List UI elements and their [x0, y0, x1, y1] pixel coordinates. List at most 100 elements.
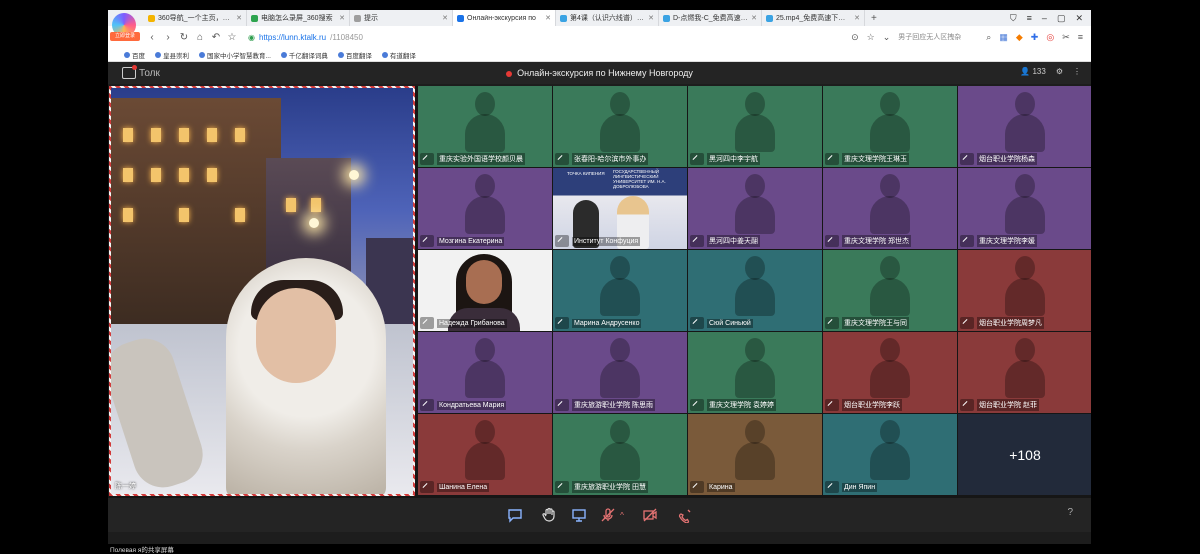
scissors-icon[interactable]: ✂	[1062, 32, 1070, 43]
shield-icon[interactable]: ⛉	[1010, 13, 1017, 24]
tab-close-icon[interactable]: ✕	[339, 14, 345, 22]
participant-tile[interactable]: Карина	[688, 414, 822, 495]
participant-name-tag: Сюй Синьюй	[690, 317, 753, 329]
avatar-body	[465, 360, 505, 398]
tab-close-icon[interactable]: ✕	[854, 14, 860, 22]
main-speaker-video[interactable]: 陈一婷	[109, 86, 415, 496]
participant-name: Шанина Елена	[437, 482, 490, 492]
participant-tile[interactable]: Сюй Синьюй	[688, 250, 822, 331]
bookmark-item[interactable]: 千亿翻译词典	[280, 50, 328, 60]
participant-tile[interactable]: 重庆实验外国语学校颜贝晨	[418, 86, 552, 167]
tab-close-icon[interactable]: ✕	[648, 14, 654, 22]
menu-icon[interactable]: ≡	[1027, 13, 1032, 24]
participant-name-tag: 重庆旅游职业学院 田慧	[555, 481, 648, 493]
participant-tile[interactable]: 重庆文理学院王琳玉	[823, 86, 957, 167]
bookmark-item[interactable]: 百度	[124, 50, 145, 60]
address-right-tools: ⊙ ☆ ⌄ 男子回应无人区拽杂 ⌕ ▦ ◆ ✚ ◎ ✂ ≡	[851, 32, 1091, 43]
minimize-button[interactable]: –	[1042, 13, 1047, 24]
hangup-icon[interactable]	[676, 506, 694, 524]
tab-close-icon[interactable]: ✕	[442, 14, 448, 22]
tab-close-icon[interactable]: ✕	[545, 14, 551, 22]
participant-tile[interactable]: Шанина Елена	[418, 414, 552, 495]
forward-icon[interactable]: ›	[160, 32, 176, 43]
back-icon[interactable]: ‹	[144, 32, 160, 43]
avatar-body	[870, 360, 910, 398]
window-light	[179, 208, 189, 222]
apps-icon[interactable]: ▦	[999, 32, 1008, 43]
browser-tab[interactable]: 360导航_一个主页，整个世界✕	[144, 10, 247, 26]
avatar-body	[600, 114, 640, 152]
street-lamp	[349, 170, 359, 180]
bookmark-icon	[337, 51, 344, 58]
screen-share-icon[interactable]	[570, 506, 588, 524]
search-input[interactable]: 男子回应无人区拽杂	[898, 32, 978, 42]
settings-icon[interactable]: ⚙	[1056, 67, 1063, 76]
avatar-head	[1015, 256, 1035, 280]
kebab-menu-icon[interactable]: ⋮	[1073, 67, 1081, 76]
undo-icon[interactable]: ↶	[208, 32, 224, 43]
search-icon[interactable]: ⌕	[986, 32, 991, 43]
participant-tile[interactable]: 重庆文理学院李媛	[958, 168, 1091, 249]
participant-name: 重庆实验外国语学校颜贝晨	[437, 153, 525, 165]
dropdown-icon[interactable]: ⌄	[883, 32, 891, 43]
maximize-button[interactable]: ▢	[1057, 13, 1066, 24]
tab-close-icon[interactable]: ✕	[751, 14, 757, 22]
browser-tab[interactable]: 电脑怎么录屏_360搜索 ✕	[247, 10, 350, 26]
participant-tile[interactable]: Дин Япин	[823, 414, 957, 495]
favorite-icon[interactable]: ☆	[867, 32, 875, 43]
participant-tile[interactable]: 烟台职业学院 赵菲	[958, 332, 1091, 413]
help-button[interactable]: ?	[1067, 507, 1073, 518]
participant-tile[interactable]: ТОЧКА КИПЕНИЯ ГОСУДАРСТВЕННЫЙ ЛИНГВИСТИЧЕ…	[553, 168, 687, 249]
participant-tile[interactable]: Кондратьева Мария	[418, 332, 552, 413]
browser-tab[interactable]: 提示 ✕	[350, 10, 453, 26]
participant-tile[interactable]: 张春阳-哈尔滨市外事办	[553, 86, 687, 167]
bookmark-item[interactable]: 有道翻译	[381, 50, 416, 60]
avatar-head	[610, 256, 630, 280]
participant-tile[interactable]: Надежда Грибанова	[418, 250, 552, 331]
more-participants-tile[interactable]: +108	[958, 414, 1091, 495]
mic-off-icon[interactable]	[599, 506, 617, 524]
browser-tab[interactable]: D-点燃我-C_免费高速下载|百度✕	[659, 10, 762, 26]
login-badge[interactable]: 立即登录	[110, 32, 140, 41]
participant-tile[interactable]: 重庆旅游职业学院 陈思雨	[553, 332, 687, 413]
tab-close-icon[interactable]: ✕	[236, 14, 242, 22]
browser-tab[interactable]: Онлайн-экскурсия по ✕	[453, 10, 556, 26]
participant-tile[interactable]: 重庆文理学院 郑世杰	[823, 168, 957, 249]
participant-tile[interactable]: 烟台职业学院杨森	[958, 86, 1091, 167]
participant-tile[interactable]: Мозгина Екатерина	[418, 168, 552, 249]
new-tab-button[interactable]: +	[865, 13, 883, 24]
star-icon[interactable]: ☆	[224, 32, 240, 43]
participant-tile[interactable]: Марина Андрусенко	[553, 250, 687, 331]
raise-hand-icon[interactable]	[540, 506, 558, 524]
game-icon[interactable]: ◆	[1016, 32, 1023, 43]
participant-tile[interactable]: 重庆文理学院王与同	[823, 250, 957, 331]
participant-tile[interactable]: 黑河四中李宇航	[688, 86, 822, 167]
chat-icon[interactable]	[506, 506, 524, 524]
browser-tab[interactable]: 25.mp4_免费高速下载|百度✕	[762, 10, 865, 26]
home-icon[interactable]: ⌂	[192, 32, 208, 43]
camera-off-icon[interactable]	[641, 506, 659, 524]
avatar-placeholder-icon	[1001, 256, 1049, 316]
participant-tile[interactable]: 烟台职业学院李跃	[823, 332, 957, 413]
bookmark-item[interactable]: 国家中小学智慧教育...	[199, 50, 271, 60]
avatar-body	[465, 442, 505, 480]
participant-tile[interactable]: 重庆文理学院 袁婷婷	[688, 332, 822, 413]
participant-tile[interactable]: 黑河四中姜天翮	[688, 168, 822, 249]
extension-icon[interactable]: ✚	[1031, 32, 1039, 43]
antivirus-icon[interactable]: ◎	[1046, 32, 1054, 43]
url-field[interactable]: ◉ https://lunn.ktalk.ru/1108450	[248, 33, 363, 42]
participants-button[interactable]: 👤 133	[1020, 67, 1046, 76]
bookmark-item[interactable]: 皇县崇利	[155, 50, 189, 60]
mic-muted-icon	[420, 153, 434, 165]
bookmark-item[interactable]: 百度翻译	[337, 50, 372, 60]
compat-icon[interactable]: ⊙	[851, 32, 859, 43]
participant-tile[interactable]: 重庆旅游职业学院 田慧	[553, 414, 687, 495]
more-menu-icon[interactable]: ≡	[1078, 32, 1083, 42]
participant-tile[interactable]: 烟台职业学院周梦凡	[958, 250, 1091, 331]
reload-icon[interactable]: ↻	[176, 32, 192, 43]
mic-options-icon[interactable]: ^	[617, 506, 627, 524]
close-button[interactable]: ✕	[1075, 13, 1083, 24]
header-right: 👤 133 ⚙ ⋮	[1020, 67, 1081, 76]
avatar-head	[745, 338, 765, 362]
browser-tab[interactable]: 第4课（认识六线谱）_海哈✕	[556, 10, 659, 26]
